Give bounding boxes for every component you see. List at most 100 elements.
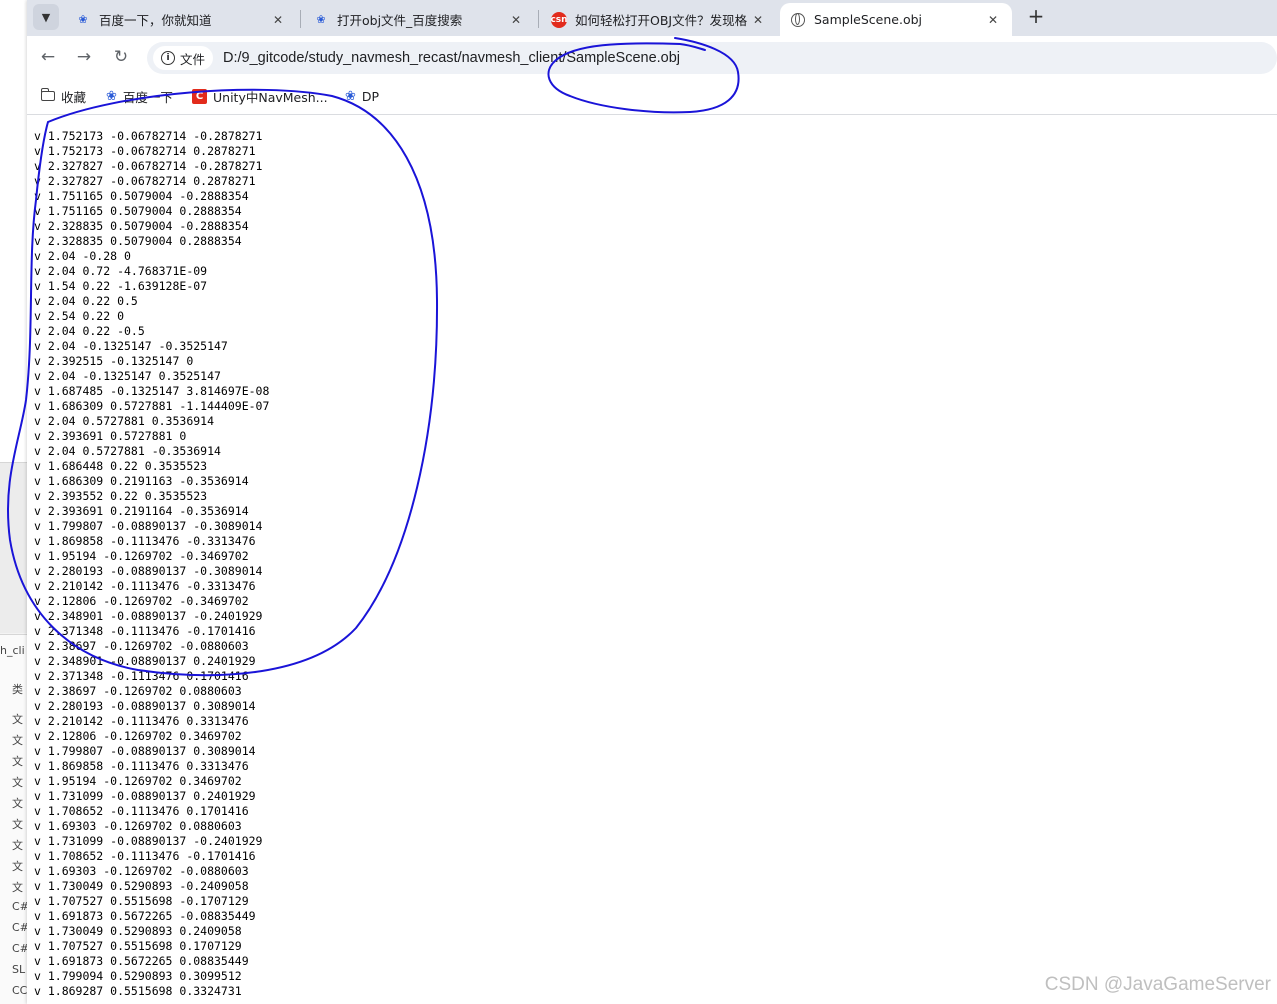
plus-icon: + <box>1027 4 1045 28</box>
obj-line: v 2.210142 -0.1113476 -0.3313476 <box>34 579 256 593</box>
bookmark-unity-navmesh[interactable]: C Unity中NavMesh... <box>192 87 328 105</box>
close-icon[interactable]: ✕ <box>507 13 525 27</box>
close-icon[interactable]: ✕ <box>984 13 1002 27</box>
obj-line: v 2.328835 0.5079004 0.2888354 <box>34 234 242 248</box>
new-tab-button[interactable]: + <box>1023 4 1049 30</box>
obj-line: v 1.869858 -0.1113476 0.3313476 <box>34 759 249 773</box>
tab-search-button[interactable]: ▼ <box>33 4 59 30</box>
obj-line: v 1.869287 0.5515698 0.3324731 <box>34 984 242 998</box>
obj-line: v 1.799094 0.5290893 0.3099512 <box>34 969 242 983</box>
obj-line: v 1.708652 -0.1113476 -0.1701416 <box>34 849 256 863</box>
obj-line: v 1.751165 0.5079004 0.2888354 <box>34 204 242 218</box>
obj-line: v 2.371348 -0.1113476 0.1701416 <box>34 669 249 683</box>
csdn-icon: C <box>192 88 207 104</box>
bookmark-favorites[interactable]: 收藏 <box>40 87 87 105</box>
obj-line: v 1.752173 -0.06782714 -0.2878271 <box>34 129 263 143</box>
arrow-left-icon: ← <box>40 47 56 67</box>
tab-baidu-home[interactable]: ❀ 百度一下，你就知道 ✕ <box>65 3 297 36</box>
obj-line: v 1.95194 -0.1269702 -0.3469702 <box>34 549 249 563</box>
obj-line: v 1.707527 0.5515698 -0.1707129 <box>34 894 249 908</box>
tab-baidu-search[interactable]: ❀ 打开obj文件_百度搜索 ✕ <box>303 3 535 36</box>
csdn-icon: csn <box>550 11 568 28</box>
obj-line: v 1.730049 0.5290893 -0.2409058 <box>34 879 249 893</box>
obj-line: v 1.95194 -0.1269702 0.3469702 <box>34 774 242 788</box>
reload-button[interactable]: ↻ <box>109 45 133 69</box>
obj-line: v 1.69303 -0.1269702 -0.0880603 <box>34 864 249 878</box>
watermark: CSDN @JavaGameServer <box>1044 974 1271 995</box>
baidu-paw-icon: ❀ <box>345 88 356 104</box>
forward-button[interactable]: → <box>72 45 96 69</box>
obj-line: v 2.348901 -0.08890137 0.2401929 <box>34 654 256 668</box>
obj-line: v 1.691873 0.5672265 -0.08835449 <box>34 909 256 923</box>
bookmark-label: 百度一下 <box>122 89 173 105</box>
obj-line: v 1.707527 0.5515698 0.1707129 <box>34 939 242 953</box>
obj-line: v 2.04 -0.28 0 <box>34 249 131 263</box>
site-info-chip[interactable]: i 文件 <box>153 46 214 70</box>
obj-line: v 2.392515 -0.1325147 0 <box>34 354 194 368</box>
background-window-middle <box>0 463 28 633</box>
obj-line: v 1.730049 0.5290893 0.2409058 <box>34 924 242 938</box>
obj-line: v 1.731099 -0.08890137 0.2401929 <box>34 789 256 803</box>
bookmarks-bar: 收藏 ❀ 百度一下 C Unity中NavMesh... ❀ DP <box>27 78 1277 115</box>
tab-title: SampleScene.obj <box>814 12 923 27</box>
obj-line: v 2.327827 -0.06782714 0.2878271 <box>34 174 256 188</box>
obj-file-text: v 1.752173 -0.06782714 -0.2878271 v 1.752… <box>34 129 269 999</box>
close-icon[interactable]: ✕ <box>269 13 287 27</box>
obj-line: v 1.799807 -0.08890137 0.3089014 <box>34 744 256 758</box>
obj-line: v 1.752173 -0.06782714 0.2878271 <box>34 144 256 158</box>
obj-line: v 1.691873 0.5672265 0.08835449 <box>34 954 249 968</box>
obj-line: v 2.04 0.22 0.5 <box>34 294 138 308</box>
toolbar: ← → ↻ i 文件 D:/9_gitcode/study_navmesh_re… <box>27 36 1277 78</box>
baidu-paw-icon: ❀ <box>106 88 117 104</box>
tab-samplescene-obj[interactable]: SampleScene.obj ✕ <box>780 3 1012 36</box>
obj-line: v 1.686448 0.22 0.3535523 <box>34 459 208 473</box>
obj-line: v 1.687485 -0.1325147 3.814697E-08 <box>34 384 270 398</box>
baidu-paw-icon: ❀ <box>316 13 326 26</box>
tab-title: 如何轻松打开OBJ文件？发现格 <box>575 13 748 28</box>
url-text[interactable]: D:/9_gitcode/study_navmesh_recast/navmes… <box>223 50 680 66</box>
obj-line: v 2.280193 -0.08890137 -0.3089014 <box>34 564 263 578</box>
bookmark-label: 收藏 <box>61 89 87 105</box>
obj-line: v 2.38697 -0.1269702 -0.0880603 <box>34 639 249 653</box>
obj-line: v 2.12806 -0.1269702 0.3469702 <box>34 729 242 743</box>
obj-line: v 1.686309 0.2191163 -0.3536914 <box>34 474 249 488</box>
obj-line: v 2.04 0.5727881 0.3536914 <box>34 414 215 428</box>
obj-line: v 2.04 0.5727881 -0.3536914 <box>34 444 221 458</box>
bookmark-dp[interactable]: ❀ DP <box>345 87 379 105</box>
site-chip-label: 文件 <box>180 51 206 67</box>
tab-title: 打开obj文件_百度搜索 <box>337 13 463 28</box>
obj-line: v 1.799807 -0.08890137 -0.3089014 <box>34 519 263 533</box>
obj-line: v 2.348901 -0.08890137 -0.2401929 <box>34 609 263 623</box>
tab-title: 百度一下，你就知道 <box>99 13 212 28</box>
globe-icon <box>790 12 806 28</box>
obj-line: v 2.04 0.72 -4.768371E-09 <box>34 264 208 278</box>
bookmark-baidu[interactable]: ❀ 百度一下 <box>106 87 173 105</box>
obj-line: v 1.869858 -0.1113476 -0.3313476 <box>34 534 256 548</box>
reload-icon: ↻ <box>113 47 129 67</box>
background-text-fragment: h_cli <box>0 644 25 657</box>
folder-icon <box>40 88 55 101</box>
arrow-right-icon: → <box>76 47 92 67</box>
back-button[interactable]: ← <box>36 45 60 69</box>
obj-line: v 2.393691 0.2191164 -0.3536914 <box>34 504 249 518</box>
obj-line: v 1.751165 0.5079004 -0.2888354 <box>34 189 249 203</box>
obj-line: v 2.38697 -0.1269702 0.0880603 <box>34 684 242 698</box>
obj-line: v 1.54 0.22 -1.639128E-07 <box>34 279 208 293</box>
baidu-paw-icon: ❀ <box>78 13 88 26</box>
page-content: v 1.752173 -0.06782714 -0.2878271 v 1.752… <box>27 115 1277 1004</box>
info-icon: i <box>161 51 175 65</box>
obj-line: v 1.731099 -0.08890137 -0.2401929 <box>34 834 263 848</box>
background-window: h_cli 类 文 文 文 文 文 文 文 文 文 C# C# C# SL CC <box>0 0 29 1004</box>
tab-divider <box>300 10 301 28</box>
browser-window: ▼ ❀ 百度一下，你就知道 ✕ ❀ 打开obj文件_百度搜索 ✕ csn 如何轻… <box>27 0 1277 1004</box>
obj-line: v 2.210142 -0.1113476 0.3313476 <box>34 714 249 728</box>
tab-divider <box>538 10 539 28</box>
obj-line: v 1.686309 0.5727881 -1.144409E-07 <box>34 399 270 413</box>
obj-line: v 2.04 -0.1325147 -0.3525147 <box>34 339 228 353</box>
bookmark-label: DP <box>361 88 380 104</box>
close-icon[interactable]: ✕ <box>749 13 767 27</box>
bookmark-label: Unity中NavMesh... <box>213 89 328 105</box>
address-bar[interactable]: i 文件 D:/9_gitcode/study_navmesh_recast/n… <box>147 42 1277 74</box>
tab-csdn-article[interactable]: csn 如何轻松打开OBJ文件？发现格 ✕ <box>541 3 777 36</box>
obj-line: v 2.04 0.22 -0.5 <box>34 324 145 338</box>
